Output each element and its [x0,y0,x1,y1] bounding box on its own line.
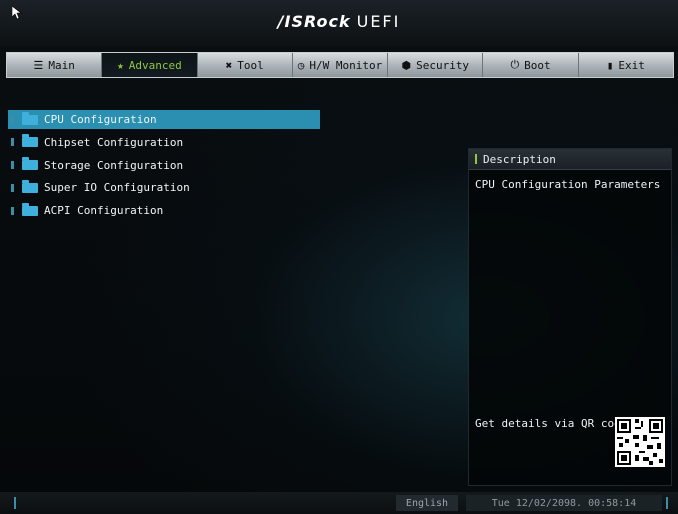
menu-item-storage-configuration[interactable]: Storage Configuration [8,156,320,175]
item-marker [11,115,14,124]
tab-boot[interactable]: ⏻ Boot [483,53,579,77]
footer-marker-left [14,497,16,509]
description-panel: Description CPU Configuration Parameters… [468,148,672,486]
footer: English Tue 12/02/2098. 00:58:14 [0,492,678,514]
power-icon: ⏻ [510,58,520,71]
menu-item-label: Storage Configuration [44,158,184,172]
item-marker [11,206,14,215]
tab-label: Security [416,58,470,72]
menu-item-chipset-configuration[interactable]: Chipset Configuration [8,133,320,152]
menu-list: CPU Configuration Chipset Configuration … [8,110,320,224]
header: /ISRock UEFI [0,0,678,46]
menu-item-acpi-configuration[interactable]: ACPI Configuration [8,201,320,220]
exit-icon: ▮ [606,58,614,72]
brand-name: /ISRock [277,12,351,31]
folder-icon [22,179,38,193]
folder-icon [22,157,38,171]
tab-exit[interactable]: ▮ Exit [579,53,673,77]
list-icon: ☰ [33,58,44,72]
tab-bar: ☰ Main ★ Advanced ✖ Tool ◷ H/W Monitor ⬢ Secu… [6,52,674,78]
logo: /ISRock UEFI [0,12,678,31]
item-marker [11,138,14,147]
tab-label: Exit [618,58,645,72]
datetime-display: Tue 12/02/2098. 00:58:14 [466,495,662,511]
menu-item-label: ACPI Configuration [44,204,164,218]
tab-label: H/W Monitor [309,58,383,72]
description-text: CPU Configuration Parameters [475,178,661,191]
shield-icon: ⬢ [401,58,412,72]
item-marker [11,183,14,192]
tab-tool[interactable]: ✖ Tool [198,53,293,77]
monitor-icon: ◷ [297,58,305,72]
tab-label: Main [48,58,75,72]
tab-hw-monitor[interactable]: ◷ H/W Monitor [293,53,389,77]
language-button[interactable]: English [396,495,458,511]
folder-icon [22,111,38,125]
star-icon: ★ [117,58,124,72]
menu-item-label: CPU Configuration [44,113,157,126]
tab-security[interactable]: ⬢ Security [388,53,484,77]
menu-item-super-io-configuration[interactable]: Super IO Configuration [8,178,320,197]
folder-icon [22,202,38,216]
menu-item-label: Super IO Configuration [44,181,190,195]
tab-advanced[interactable]: ★ Advanced [102,53,198,77]
footer-marker-right [666,497,668,509]
product-name: UEFI [356,12,401,31]
qr-label: Get details via QR code [475,417,628,430]
description-header: Description [469,149,671,170]
tab-label: Tool [237,58,264,72]
tab-label: Boot [524,58,551,72]
item-marker [11,161,14,170]
qr-code-icon [615,417,665,467]
folder-icon [22,134,38,148]
menu-item-label: Chipset Configuration [44,135,184,149]
menu-item-cpu-configuration[interactable]: CPU Configuration [8,110,320,129]
description-title: Description [483,152,556,166]
tools-icon: ✖ [225,58,233,72]
tab-main[interactable]: ☰ Main [7,53,103,77]
header-marker [475,154,477,164]
tab-label: Advanced [128,58,182,72]
mouse-pointer-icon [12,6,22,20]
